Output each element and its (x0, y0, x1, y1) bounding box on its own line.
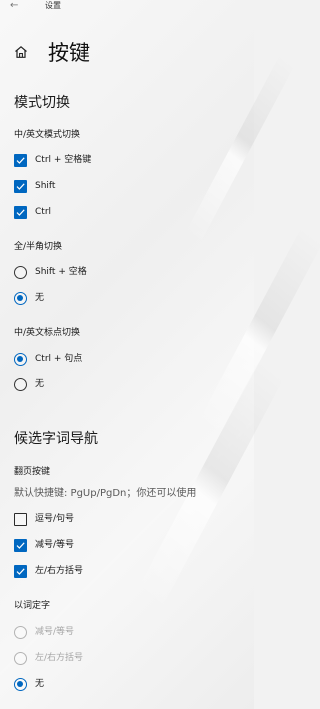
home-icon (15, 46, 27, 58)
checkbox-label: 减号/等号 (35, 540, 75, 550)
checkbox-ctrl[interactable]: Ctrl (14, 205, 51, 219)
checkbox-box[interactable] (14, 153, 27, 167)
radio-ctrl-period[interactable]: Ctrl + 句点 (14, 352, 82, 366)
radio-label: Shift + 空格 (35, 267, 87, 277)
checkbox-comma-period[interactable]: 逗号/句号 (14, 512, 74, 526)
checkbox-shift[interactable]: Shift (14, 179, 55, 193)
checkbox-label: Shift (35, 181, 56, 191)
radio-label: Ctrl + 句点 (35, 354, 83, 364)
group-label-cn-en-mode: 中/英文模式切换 (14, 130, 81, 140)
radio-button[interactable] (14, 677, 27, 691)
group-label-word-select: 以词定字 (14, 601, 51, 611)
group-label-full-half-width: 全/半角切换 (14, 242, 63, 252)
checkbox-ctrl-space[interactable]: Ctrl + 空格键 (14, 153, 91, 167)
checkbox-label: Ctrl (35, 207, 52, 217)
radio-button (14, 651, 27, 665)
app-title: 设置 (45, 1, 61, 10)
checkbox-box[interactable] (14, 538, 27, 552)
checkbox-box[interactable] (14, 179, 27, 193)
radio-word-none[interactable]: 无 (14, 677, 44, 691)
checkbox-label: 左/右方括号 (35, 566, 84, 576)
radio-button[interactable] (14, 352, 27, 366)
radio-label: 左/右方括号 (35, 653, 84, 663)
page-title: 按键 (48, 41, 90, 65)
radio-label: 无 (35, 293, 45, 303)
group-label-punctuation: 中/英文标点切换 (14, 328, 81, 338)
page-keys-description: 默认快捷键: PgUp/PgDn；你还可以使用 (14, 488, 197, 499)
title-bar: ← 设置 (0, 0, 254, 14)
section-title-mode-switch: 模式切换 (14, 95, 70, 111)
radio-button (14, 625, 27, 639)
radio-punct-none[interactable]: 无 (14, 377, 44, 391)
checkbox-label: Ctrl + 空格键 (35, 155, 92, 165)
radio-label: 无 (35, 379, 45, 389)
group-label-page-keys: 翻页按键 (14, 467, 51, 477)
checkbox-label: 逗号/句号 (35, 514, 75, 524)
checkbox-box[interactable] (14, 512, 27, 526)
radio-word-brackets: 左/右方括号 (14, 651, 83, 665)
radio-shift-space[interactable]: Shift + 空格 (14, 265, 87, 279)
radio-button[interactable] (14, 291, 27, 305)
checkbox-box[interactable] (14, 564, 27, 578)
radio-word-minus-equal: 减号/等号 (14, 625, 74, 639)
checkbox-box[interactable] (14, 205, 27, 219)
section-title-candidate-nav: 候选字词导航 (14, 431, 98, 447)
checkbox-brackets[interactable]: 左/右方括号 (14, 564, 83, 578)
radio-label: 无 (35, 679, 45, 689)
radio-label: 减号/等号 (35, 627, 75, 637)
back-arrow-icon[interactable]: ← (10, 0, 18, 12)
settings-page: ← 设置 按键 模式切换 中/英文模式切换 Ctrl + 空格键 Shift C… (0, 0, 254, 709)
checkbox-minus-equal[interactable]: 减号/等号 (14, 538, 74, 552)
radio-button[interactable] (14, 377, 27, 391)
radio-button[interactable] (14, 265, 27, 279)
radio-width-none[interactable]: 无 (14, 291, 44, 305)
